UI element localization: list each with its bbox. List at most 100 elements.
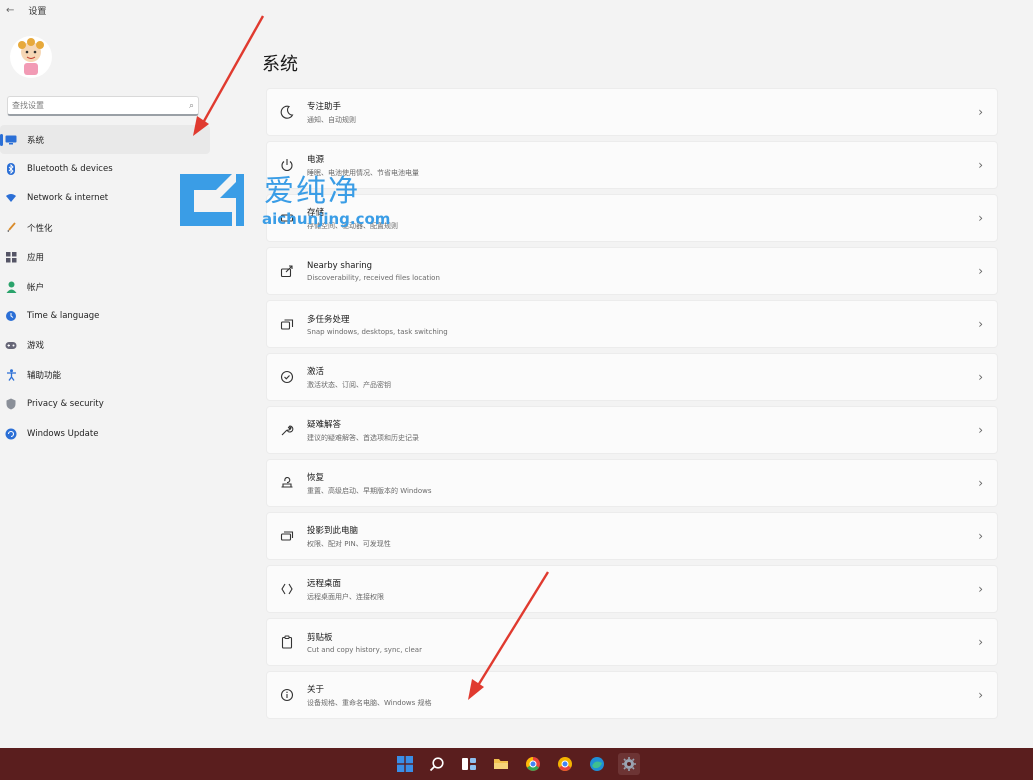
settings-item-title: 多任务处理 <box>307 314 350 325</box>
chevron-right-icon: › <box>978 635 983 649</box>
settings-item-recovery[interactable]: 恢复 重置、高级启动、早期版本的 Windows › <box>266 459 998 507</box>
brush-icon <box>5 222 17 234</box>
check-circle-icon <box>279 369 295 385</box>
sidebar-nav: 系统 Bluetooth & devices Network & interne… <box>0 125 210 448</box>
sidebar-item-label: 个性化 <box>27 223 53 234</box>
power-icon <box>279 157 295 173</box>
settings-item-activation[interactable]: 激活 激活状态、订阅、产品密钥 › <box>266 353 998 401</box>
storage-icon <box>279 210 295 226</box>
recovery-icon <box>279 475 295 491</box>
settings-icon[interactable] <box>617 753 640 775</box>
sidebar-item-system[interactable]: 系统 <box>0 125 210 155</box>
search-input[interactable] <box>12 101 189 110</box>
settings-item-troubleshoot[interactable]: 疑难解答 建议的疑难解答、首选项和历史记录 › <box>266 406 998 454</box>
chevron-right-icon: › <box>978 264 983 278</box>
wrench-icon <box>279 422 295 438</box>
settings-item-title: 远程桌面 <box>307 578 342 589</box>
sidebar-item-label: 辅助功能 <box>27 370 62 381</box>
search-icon[interactable]: ⌕ <box>189 101 194 111</box>
settings-item-subtitle: 权限、配对 PIN、可发现性 <box>307 539 391 548</box>
window-title: 设置 <box>28 6 47 17</box>
sidebar-item-bluetooth[interactable]: Bluetooth & devices <box>0 154 210 183</box>
chrome-icon[interactable] <box>522 753 544 775</box>
chevron-right-icon: › <box>978 317 983 331</box>
edge-icon[interactable] <box>586 753 608 775</box>
settings-item-storage[interactable]: 存储 存储空间、驱动器、配置规则 › <box>266 194 998 242</box>
settings-item-title: 疑难解答 <box>307 419 342 430</box>
avatar[interactable] <box>10 36 52 78</box>
settings-item-subtitle: Cut and copy history, sync, clear <box>307 645 422 654</box>
globe-clock-icon <box>5 310 17 322</box>
settings-item-clipboard[interactable]: 剪贴板 Cut and copy history, sync, clear › <box>266 618 998 666</box>
monitor-icon <box>5 134 17 146</box>
sidebar-item-gaming[interactable]: 游戏 <box>0 331 210 360</box>
chevron-right-icon: › <box>978 423 983 437</box>
chevron-right-icon: › <box>978 582 983 596</box>
search-icon[interactable] <box>426 753 448 775</box>
person-icon <box>5 281 17 293</box>
sidebar-item-privacy[interactable]: Privacy & security <box>0 390 210 419</box>
settings-list: 专注助手 通知、自动规则 › 电源 睡眠、电池使用情况、节省电池电量 › 存储 … <box>266 88 998 724</box>
settings-item-subtitle: 远程桌面用户、连接权限 <box>307 592 384 601</box>
share-icon <box>279 263 295 279</box>
settings-item-subtitle: Snap windows, desktops, task switching <box>307 327 448 336</box>
sidebar-item-time-language[interactable]: Time & language <box>0 301 210 330</box>
settings-item-subtitle: 存储空间、驱动器、配置规则 <box>307 221 398 230</box>
settings-item-remote-desktop[interactable]: 远程桌面 远程桌面用户、连接权限 › <box>266 565 998 613</box>
chevron-right-icon: › <box>978 105 983 119</box>
settings-item-subtitle: 通知、自动规则 <box>307 115 356 124</box>
sidebar-item-label: Time & language <box>27 311 100 322</box>
start-icon[interactable] <box>394 753 416 775</box>
chevron-right-icon: › <box>978 370 983 384</box>
sidebar-item-personalization[interactable]: 个性化 <box>0 213 210 242</box>
settings-item-title: 关于 <box>307 684 325 695</box>
settings-item-subtitle: 设备规格、重命名电脑、Windows 规格 <box>307 698 432 707</box>
sidebar-item-label: 应用 <box>27 253 45 264</box>
settings-item-subtitle: 重置、高级启动、早期版本的 Windows <box>307 486 432 495</box>
settings-item-title: 存储 <box>307 207 325 218</box>
chrome-alt-icon[interactable] <box>554 753 576 775</box>
sidebar-item-label: Bluetooth & devices <box>27 164 113 175</box>
settings-item-title: 专注助手 <box>307 101 342 112</box>
settings-item-focus-assist[interactable]: 专注助手 通知、自动规则 › <box>266 88 998 136</box>
file-explorer-icon[interactable] <box>490 753 512 775</box>
sidebar-item-accounts[interactable]: 帐户 <box>0 272 210 301</box>
sidebar-item-network[interactable]: Network & internet <box>0 184 210 213</box>
settings-item-nearby-sharing[interactable]: Nearby sharing Discoverability, received… <box>266 247 998 295</box>
task-view-icon[interactable] <box>458 753 480 775</box>
settings-item-about[interactable]: 关于 设备规格、重命名电脑、Windows 规格 › <box>266 671 998 719</box>
sidebar-item-label: Network & internet <box>27 193 109 204</box>
settings-item-project-to-pc[interactable]: 投影到此电脑 权限、配对 PIN、可发现性 › <box>266 512 998 560</box>
chevron-right-icon: › <box>978 529 983 543</box>
settings-item-power[interactable]: 电源 睡眠、电池使用情况、节省电池电量 › <box>266 141 998 189</box>
settings-item-title: 恢复 <box>307 472 325 483</box>
sidebar-item-apps[interactable]: 应用 <box>0 243 210 272</box>
clipboard-icon <box>279 634 295 650</box>
sidebar-item-label: 帐户 <box>27 282 45 293</box>
settings-item-title: 电源 <box>307 154 325 165</box>
settings-item-subtitle: 建议的疑难解答、首选项和历史记录 <box>307 433 419 442</box>
shield-icon <box>5 398 17 410</box>
sidebar-item-label: Windows Update <box>27 428 99 439</box>
settings-item-title: 投影到此电脑 <box>307 525 359 536</box>
projector-icon <box>279 528 295 544</box>
settings-item-title: 激活 <box>307 366 325 377</box>
sidebar-item-windows-update[interactable]: Windows Update <box>0 419 210 448</box>
search-box[interactable]: ⌕ <box>7 96 199 116</box>
wifi-icon <box>5 192 17 204</box>
settings-item-multitasking[interactable]: 多任务处理 Snap windows, desktops, task switc… <box>266 300 998 348</box>
chevron-right-icon: › <box>978 476 983 490</box>
sidebar-item-accessibility[interactable]: 辅助功能 <box>0 360 210 389</box>
bluetooth-icon <box>5 163 17 176</box>
sidebar-item-label: 系统 <box>27 135 45 146</box>
chevron-right-icon: › <box>978 211 983 225</box>
settings-item-subtitle: 睡眠、电池使用情况、节省电池电量 <box>307 168 419 177</box>
taskbar <box>0 748 1033 780</box>
update-icon <box>5 428 17 440</box>
apps-icon <box>5 251 17 263</box>
sidebar-item-label: Privacy & security <box>27 399 104 410</box>
info-icon <box>279 687 295 703</box>
back-button[interactable]: ← <box>6 5 14 16</box>
gamepad-icon <box>5 339 17 351</box>
accessibility-icon <box>5 369 17 381</box>
